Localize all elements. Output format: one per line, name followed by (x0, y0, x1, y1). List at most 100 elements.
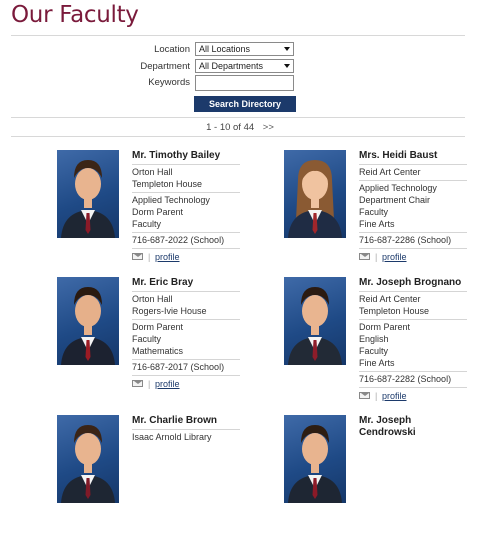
separator-glyph: | (375, 391, 378, 401)
separator-glyph: | (148, 379, 151, 389)
pagination: 1 - 10 of 44 >> (0, 122, 480, 133)
faculty-name: Mr. Joseph Cendrowski (359, 415, 416, 438)
faculty-photo[interactable] (57, 150, 119, 238)
faculty-location: Orton Hall (132, 294, 173, 304)
faculty-card: Mr. Joseph Cendrowski (284, 415, 480, 545)
faculty-actions: | profile (132, 378, 240, 390)
search-directory-button[interactable]: Search Directory (194, 96, 296, 112)
faculty-card: Mr. Eric Bray Orton Hall Rogers-Ivie House… (57, 277, 272, 407)
pager-top-divider (11, 117, 465, 118)
card-divider (359, 319, 467, 320)
department-select-value: All Departments (199, 61, 264, 71)
faculty-actions: | profile (132, 251, 240, 263)
faculty-role: Faculty (359, 207, 389, 217)
email-icon[interactable] (359, 253, 370, 260)
keywords-label: Keywords (148, 77, 190, 88)
faculty-role: Faculty (132, 334, 162, 344)
profile-link[interactable]: profile (155, 378, 180, 390)
card-divider (359, 232, 467, 233)
profile-link[interactable]: profile (382, 251, 407, 263)
faculty-info: Mr. Joseph Cendrowski (359, 415, 467, 441)
faculty-role: English (359, 334, 389, 344)
faculty-phone: 716-687-2286 (School) (359, 235, 452, 245)
next-page-link[interactable]: >> (263, 122, 274, 133)
faculty-photo[interactable] (284, 415, 346, 503)
email-icon[interactable] (132, 380, 143, 387)
page-title: Our Faculty (11, 2, 139, 28)
faculty-location: Isaac Arnold Library (132, 432, 212, 442)
card-divider (132, 359, 240, 360)
faculty-role: Dorm Parent (359, 322, 411, 332)
faculty-role: Dorm Parent (132, 207, 184, 217)
card-divider (359, 387, 467, 388)
department-label: Department (140, 61, 190, 72)
faculty-role: Dorm Parent (132, 322, 184, 332)
faculty-photo[interactable] (57, 415, 119, 503)
faculty-name: Mr. Eric Bray (132, 277, 194, 288)
faculty-info: Mr. Charlie Brown Isaac Arnold Library (132, 415, 240, 443)
email-icon[interactable] (132, 253, 143, 260)
faculty-name: Mrs. Heidi Baust (359, 150, 438, 161)
faculty-phone: 716-687-2282 (School) (359, 374, 452, 384)
card-divider (132, 319, 240, 320)
location-row: Location All Locations (0, 42, 480, 58)
card-divider (132, 192, 240, 193)
card-divider (359, 180, 467, 181)
faculty-info: Mr. Eric Bray Orton Hall Rogers-Ivie House… (132, 277, 240, 390)
card-divider (132, 291, 240, 292)
faculty-phone: 716-687-2017 (School) (132, 362, 225, 372)
location-label: Location (154, 44, 190, 55)
faculty-info: Mrs. Heidi Baust Reid Art Center Applied T… (359, 150, 467, 263)
faculty-photo[interactable] (57, 277, 119, 365)
faculty-info: Mr. Joseph Brognano Reid Art Center Temple… (359, 277, 467, 402)
dropdown-arrow-icon (284, 47, 290, 51)
title-divider (11, 35, 465, 36)
card-divider (132, 248, 240, 249)
faculty-photo[interactable] (284, 277, 346, 365)
faculty-photo[interactable] (284, 150, 346, 238)
dropdown-arrow-icon (284, 64, 290, 68)
card-divider (132, 429, 240, 430)
card-divider (132, 232, 240, 233)
faculty-name: Mr. Charlie Brown (132, 415, 218, 426)
faculty-role: Applied Technology (359, 183, 437, 193)
faculty-name: Mr. Joseph Brognano (359, 277, 462, 288)
profile-link[interactable]: profile (382, 390, 407, 402)
faculty-role: Fine Arts (359, 219, 395, 229)
department-select[interactable]: All Departments (195, 59, 294, 73)
faculty-role: Faculty (132, 219, 162, 229)
department-row: Department All Departments (0, 59, 480, 75)
separator-glyph: | (148, 252, 151, 262)
faculty-actions: | profile (359, 251, 467, 263)
pagination-range: 1 - 10 of 44 (206, 122, 255, 133)
faculty-card: Mrs. Heidi Baust Reid Art Center Applied T… (284, 150, 480, 280)
faculty-location: Rogers-Ivie House (132, 306, 207, 316)
faculty-location: Reid Art Center (359, 167, 421, 177)
separator-glyph: | (375, 252, 378, 262)
card-divider (132, 164, 240, 165)
faculty-card: Mr. Joseph Brognano Reid Art Center Temple… (284, 277, 480, 407)
email-icon[interactable] (359, 392, 370, 399)
profile-link[interactable]: profile (155, 251, 180, 263)
faculty-role: Fine Arts (359, 358, 395, 368)
pager-bottom-divider (11, 136, 465, 137)
faculty-name: Mr. Timothy Bailey (132, 150, 221, 161)
faculty-info: Mr. Timothy Bailey Orton Hall Templeton Ho… (132, 150, 240, 263)
location-select-value: All Locations (199, 44, 251, 54)
keywords-row: Keywords (0, 75, 480, 91)
card-divider (359, 164, 467, 165)
faculty-role: Department Chair (359, 195, 431, 205)
card-divider (132, 375, 240, 376)
faculty-phone: 716-687-2022 (School) (132, 235, 225, 245)
faculty-actions: | profile (359, 390, 467, 402)
card-divider (359, 248, 467, 249)
faculty-location: Templeton House (359, 306, 430, 316)
faculty-card: Mr. Charlie Brown Isaac Arnold Library (57, 415, 272, 545)
location-select[interactable]: All Locations (195, 42, 294, 56)
card-divider (359, 371, 467, 372)
faculty-role: Mathematics (132, 346, 184, 356)
card-divider (359, 291, 467, 292)
faculty-location: Templeton House (132, 179, 203, 189)
keywords-input[interactable] (195, 75, 294, 91)
faculty-role: Applied Technology (132, 195, 210, 205)
